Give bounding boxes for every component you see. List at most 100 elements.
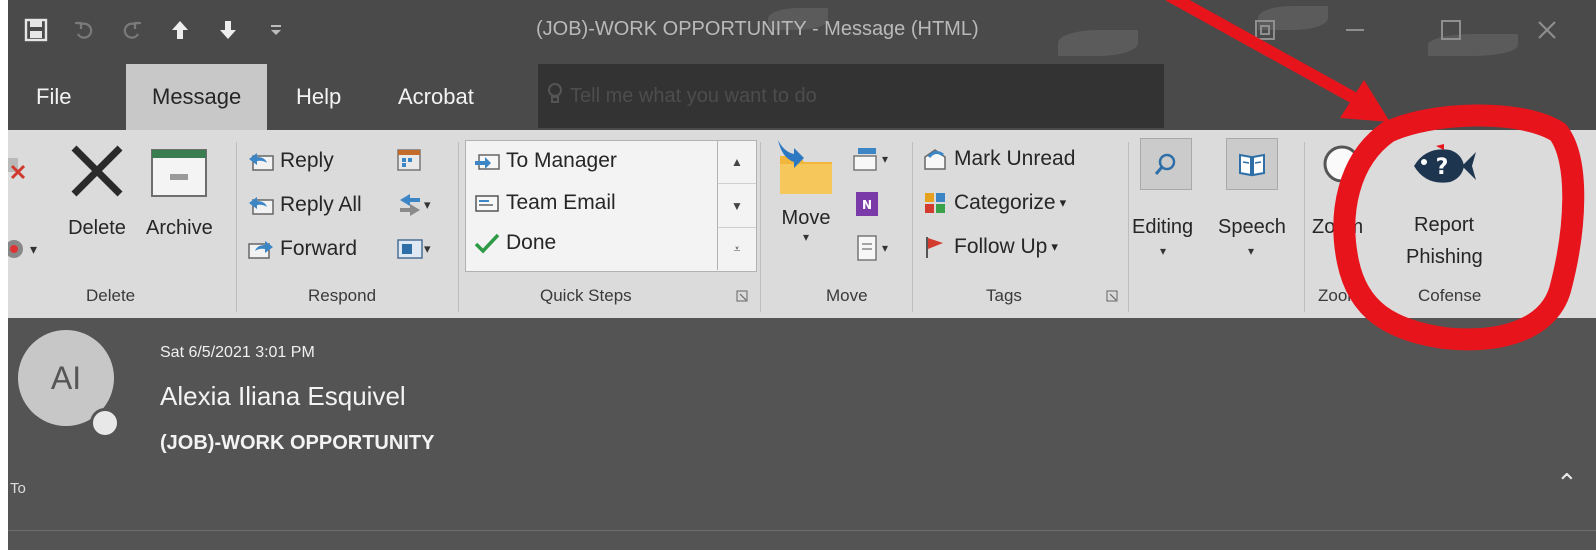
group-label-respond: Respond [308, 286, 377, 305]
gallery-down-icon[interactable]: ▼ [718, 184, 756, 228]
quick-step-team-email-label: Team Email [506, 191, 616, 214]
svg-text:N: N [862, 198, 872, 212]
follow-up-label: Follow Up [954, 235, 1048, 258]
tab-file[interactable]: File [36, 64, 71, 130]
envelope-arrow-icon [472, 146, 502, 176]
outlook-message-window: (JOB)-WORK OPPORTUNITY - Message (HTML) … [8, 0, 1596, 550]
speech-button[interactable]: Speech [1218, 216, 1286, 239]
forward-button[interactable]: Forward [246, 234, 357, 264]
categorize-dropdown-icon: ▾ [1059, 195, 1067, 210]
delete-button-label: Delete [68, 217, 126, 239]
undo-icon[interactable] [64, 10, 104, 50]
red-flag-icon [920, 232, 950, 262]
redo-icon[interactable] [112, 10, 152, 50]
quick-steps-launcher-icon[interactable] [736, 290, 748, 305]
categorize-button[interactable]: Categorize ▾ [920, 188, 1066, 218]
read-aloud-book-icon[interactable] [1226, 138, 1278, 190]
gallery-up-icon[interactable]: ▲ [718, 140, 756, 184]
reply-icon [246, 146, 276, 176]
quick-step-to-manager-label: To Manager [506, 149, 617, 172]
editing-search-icon[interactable] [1140, 138, 1192, 190]
speech-dropdown-icon: ▾ [1248, 244, 1255, 258]
maximize-icon[interactable] [1428, 10, 1474, 50]
meeting-reply-icon[interactable] [396, 148, 424, 179]
down-arrow-icon[interactable] [208, 10, 248, 50]
move-button[interactable]: Move ▾ [774, 138, 838, 244]
header-divider [8, 530, 1596, 531]
reply-all-label: Reply All [280, 193, 362, 216]
background-leaf [1058, 30, 1138, 56]
follow-up-dropdown-icon: ▾ [1051, 239, 1058, 254]
reply-all-button[interactable]: Reply All [246, 190, 362, 220]
follow-up-button[interactable]: Follow Up ▾ [920, 232, 1058, 262]
group-label-delete: Delete [86, 286, 136, 305]
restore-icon[interactable] [1242, 10, 1288, 50]
archive-button-label: Archive [146, 217, 213, 239]
to-label: To [10, 480, 26, 497]
collapse-header-icon[interactable]: ⌃ [1556, 468, 1578, 499]
move-button-label: Move [781, 207, 831, 229]
more-respond-icon[interactable]: ▾ [396, 192, 431, 218]
phishing-fish-icon[interactable]: ? [1410, 142, 1476, 195]
editing-button[interactable]: Editing [1132, 216, 1193, 239]
mark-unread-icon [920, 144, 950, 174]
forward-label: Forward [280, 237, 358, 260]
group-label-quick-steps: Quick Steps [540, 286, 632, 305]
onenote-icon[interactable]: N [852, 190, 882, 223]
gallery-more-icon[interactable]: ⩡ [718, 228, 756, 271]
move-dropdown-icon: ▾ [802, 230, 810, 244]
mark-unread-button[interactable]: Mark Unread [920, 144, 1075, 174]
report-phishing-label-line2[interactable]: Phishing [1406, 246, 1483, 269]
group-label-tags: Tags [986, 286, 1022, 305]
reply-button[interactable]: Reply [246, 146, 334, 176]
teams-share-icon[interactable]: ▾ [396, 236, 431, 262]
delete-button[interactable]: Delete [66, 140, 128, 240]
quick-step-team-email[interactable]: Team Email [472, 188, 616, 218]
group-separator [236, 142, 237, 312]
group-separator [458, 142, 459, 312]
customize-qat-icon[interactable] [256, 10, 296, 50]
cleanup-icon[interactable]: ▾ [8, 236, 37, 262]
categorize-icon [920, 188, 950, 218]
group-separator [1128, 142, 1129, 312]
reply-label: Reply [280, 149, 334, 172]
minimize-icon[interactable] [1332, 10, 1378, 50]
tab-acrobat[interactable]: Acrobat [398, 64, 474, 130]
up-arrow-icon[interactable] [160, 10, 200, 50]
message-subject: (JOB)-WORK OPPORTUNITY [160, 432, 435, 454]
tab-help[interactable]: Help [296, 64, 341, 130]
archive-button[interactable]: Archive [146, 140, 213, 240]
categorize-label: Categorize [954, 191, 1056, 214]
report-phishing-label-line1[interactable]: Report [1414, 214, 1474, 237]
mark-unread-label: Mark Unread [954, 147, 1076, 170]
tell-me-placeholder: Tell me what you want to do [570, 84, 817, 107]
quick-step-done[interactable]: Done [472, 228, 556, 258]
rules-icon[interactable]: ▾ [852, 146, 888, 172]
actions-icon[interactable]: ▾ [852, 234, 888, 262]
tags-launcher-icon[interactable] [1106, 290, 1118, 305]
svg-text:?: ? [1436, 155, 1449, 180]
group-label-move: Move [826, 286, 868, 305]
folder-move-icon [774, 138, 838, 205]
sender-name[interactable]: Alexia Iliana Esquivel [160, 381, 406, 412]
zoom-magnifier-icon[interactable] [1320, 142, 1368, 195]
group-label-zoom: Zoom [1318, 286, 1362, 305]
group-separator [1304, 142, 1305, 312]
lightbulb-icon [546, 82, 564, 111]
tab-message[interactable]: Message [126, 64, 268, 130]
close-icon[interactable] [1524, 10, 1570, 50]
quick-step-to-manager[interactable]: To Manager [472, 146, 617, 176]
quick-steps-scroller: ▲ ▼ ⩡ [717, 140, 756, 270]
quick-step-done-label: Done [506, 231, 557, 254]
archive-box-icon [148, 140, 210, 207]
editing-dropdown-icon: ▾ [1160, 244, 1167, 258]
tell-me-search[interactable]: Tell me what you want to do [538, 64, 1164, 128]
delete-x-icon [66, 140, 128, 207]
ribbon-message: ▾ Delete Archive Delete Reply Reply All [8, 130, 1596, 318]
save-icon[interactable] [16, 10, 56, 50]
forward-icon [246, 234, 276, 264]
zoom-button[interactable]: Zoom [1312, 216, 1363, 239]
ignore-icon[interactable] [8, 154, 28, 185]
message-date: Sat 6/5/2021 3:01 PM [160, 344, 315, 361]
window-title: (JOB)-WORK OPPORTUNITY - Message (HTML) [536, 18, 979, 40]
